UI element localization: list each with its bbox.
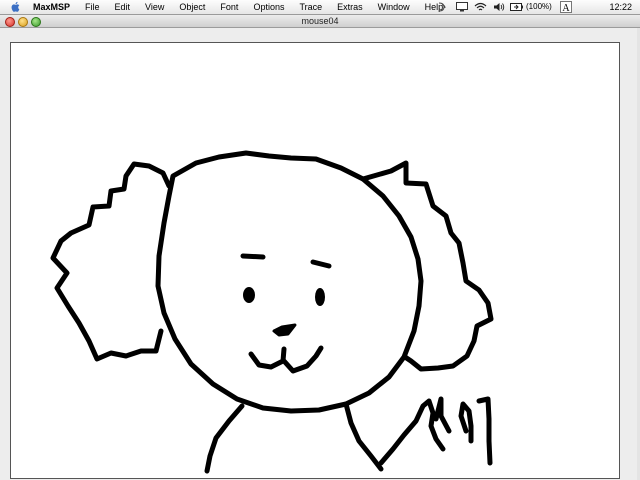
menu-window[interactable]: Window bbox=[378, 0, 410, 14]
script-menu-icon[interactable] bbox=[437, 2, 447, 12]
left-ear bbox=[50, 161, 172, 362]
menu-bar: MaxMSP File Edit View Object Font Option… bbox=[0, 0, 640, 15]
left-eye bbox=[243, 287, 255, 303]
body-left-line bbox=[204, 403, 245, 474]
menu-trace[interactable]: Trace bbox=[299, 0, 322, 14]
menu-file[interactable]: File bbox=[85, 0, 100, 14]
window-title: mouse04 bbox=[301, 16, 339, 26]
menubar-clock[interactable]: 12:22 bbox=[609, 0, 632, 14]
apple-icon[interactable] bbox=[10, 1, 22, 13]
mouth bbox=[248, 345, 324, 374]
nose bbox=[272, 323, 297, 337]
drawing-canvas[interactable] bbox=[10, 42, 620, 479]
input-menu-icon[interactable]: A bbox=[560, 1, 572, 13]
head-outline bbox=[155, 150, 424, 414]
menu-extras[interactable]: Extras bbox=[337, 0, 363, 14]
battery-percentage: (100%) bbox=[526, 2, 552, 11]
menu-maxmsp[interactable]: MaxMSP bbox=[33, 0, 70, 14]
menu-list: MaxMSP File Edit View Object Font Option… bbox=[33, 0, 458, 14]
menu-object[interactable]: Object bbox=[179, 0, 205, 14]
right-eye bbox=[315, 288, 325, 306]
display-icon[interactable] bbox=[456, 2, 468, 12]
left-eyebrow bbox=[240, 253, 266, 260]
body-right-line bbox=[343, 401, 384, 472]
right-eyebrow bbox=[310, 259, 332, 269]
window-titlebar[interactable]: mouse04 bbox=[0, 15, 640, 28]
battery-icon[interactable] bbox=[510, 2, 524, 12]
menu-edit[interactable]: Edit bbox=[115, 0, 131, 14]
menu-font[interactable]: Font bbox=[220, 0, 238, 14]
svg-text:A: A bbox=[562, 3, 570, 13]
dog-drawing bbox=[50, 150, 494, 474]
paw bbox=[378, 396, 493, 466]
volume-icon[interactable] bbox=[493, 2, 505, 12]
menu-options[interactable]: Options bbox=[253, 0, 284, 14]
wifi-icon[interactable] bbox=[474, 2, 487, 12]
patcher-window: mouse04 bbox=[0, 15, 640, 480]
menu-view[interactable]: View bbox=[145, 0, 164, 14]
